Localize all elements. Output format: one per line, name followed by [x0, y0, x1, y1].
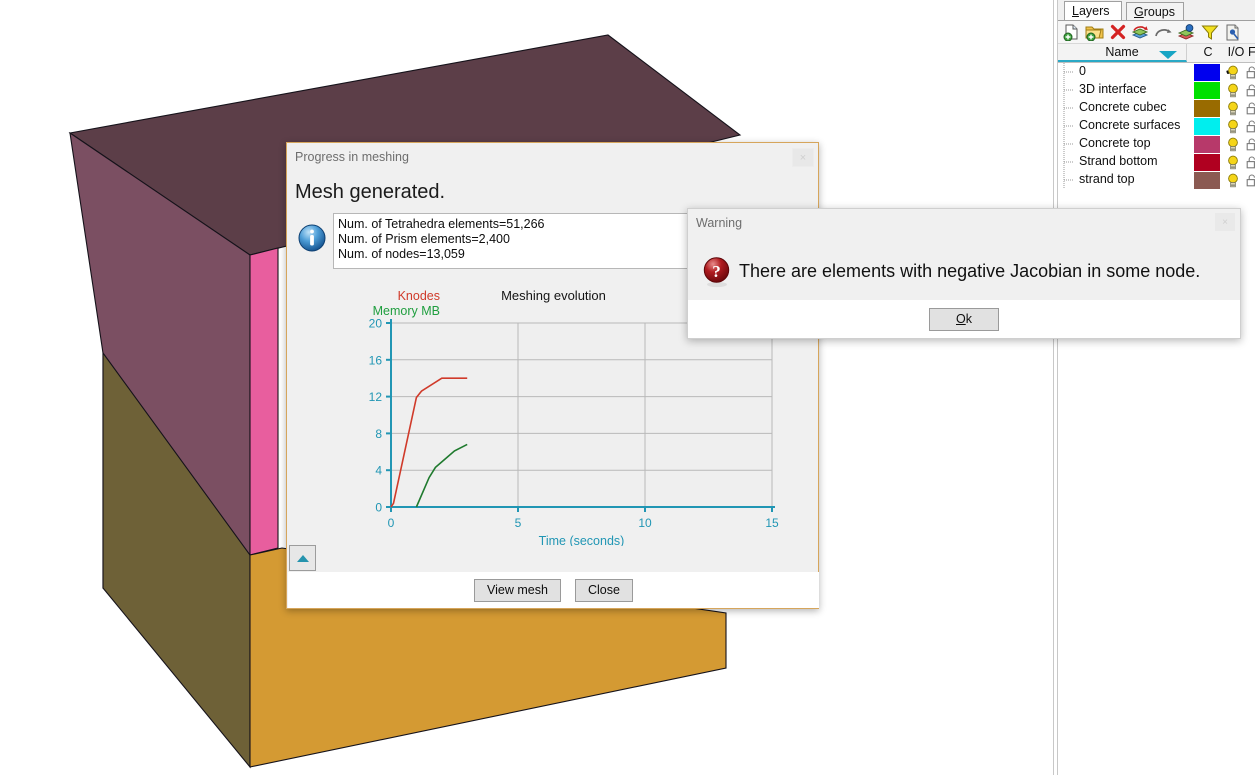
layers-list: 0✔3D interfaceConcrete cubecConcrete sur… [1058, 63, 1255, 189]
ok-button-label: k [965, 312, 972, 326]
layer-color-swatch[interactable] [1194, 82, 1220, 99]
close-icon[interactable]: × [792, 148, 814, 167]
tree-branch-icon [1062, 153, 1078, 171]
panel-splitter-left[interactable] [1053, 0, 1054, 775]
visibility-bulb-icon[interactable] [1226, 155, 1240, 170]
progress-dialog-titlebar[interactable]: Progress in meshing × [287, 143, 818, 172]
layer-row[interactable]: Concrete cubec [1058, 99, 1255, 117]
chart-y-tick-label: 8 [375, 427, 382, 441]
send-to-layer-icon[interactable] [1153, 22, 1174, 42]
tab-groups-label: roups [1143, 5, 1176, 19]
layers-column-headers: Name C I/O F [1058, 44, 1255, 63]
progress-dialog-buttonbar: View mesh Close [288, 572, 819, 608]
layer-row[interactable]: Strand bottom [1058, 153, 1255, 171]
view-mesh-button[interactable]: View mesh [474, 578, 561, 602]
warning-message: There are elements with negative Jacobia… [739, 261, 1201, 281]
progress-dialog-heading: Mesh generated. [295, 181, 446, 203]
layer-color-swatch[interactable] [1194, 154, 1220, 171]
column-header-name[interactable]: Name [1058, 44, 1187, 62]
tree-branch-icon [1062, 135, 1078, 153]
collapse-up-icon[interactable] [289, 545, 316, 571]
layer-color-swatch[interactable] [1194, 136, 1220, 153]
delete-layer-icon[interactable] [1107, 22, 1128, 42]
unlocked-padlock-icon[interactable] [1246, 102, 1255, 115]
close-button[interactable]: Close [574, 578, 633, 602]
tree-branch-icon [1062, 81, 1078, 99]
chart-x-tick-label: 10 [638, 516, 652, 530]
warning-dialog-titlebar[interactable]: Warning × [688, 209, 1240, 236]
chart-y-tick-label: 20 [369, 317, 383, 331]
visibility-bulb-icon[interactable] [1226, 101, 1240, 116]
layer-row[interactable]: 0✔ [1058, 63, 1255, 81]
svg-text:?: ? [712, 262, 721, 281]
chart-x-tick-label: 15 [765, 516, 779, 530]
layer-name[interactable]: strand top [1079, 171, 1135, 189]
chart-y-tick-label: 4 [375, 464, 382, 478]
unlocked-padlock-icon[interactable] [1246, 156, 1255, 169]
layer-name[interactable]: Strand bottom [1079, 153, 1158, 171]
column-header-color[interactable]: C [1195, 44, 1221, 62]
visibility-bulb-icon[interactable] [1226, 137, 1240, 152]
layer-row[interactable]: Concrete top [1058, 135, 1255, 153]
layer-color-swatch[interactable] [1194, 100, 1220, 117]
chart-plot-background [391, 323, 772, 507]
warning-dialog-buttonbar: Ok [688, 300, 1240, 338]
column-header-io[interactable]: I/O [1223, 44, 1249, 62]
layers-panel: Layers Groups Name C I/O F 0 3D interfac… [1058, 0, 1255, 775]
layer-color-swatch[interactable] [1194, 118, 1220, 135]
layer-row[interactable]: strand top [1058, 171, 1255, 189]
new-layer-icon[interactable] [1061, 22, 1082, 42]
tree-branch-icon [1062, 171, 1078, 189]
layer-to-use-icon[interactable] [1130, 22, 1151, 42]
layer-name[interactable]: 0 [1079, 63, 1086, 81]
tab-layers[interactable]: Layers [1064, 1, 1122, 20]
warning-dialog-title: Warning [696, 216, 743, 230]
warning-dialog[interactable]: Warning × ? There are elements with nega… [687, 208, 1241, 339]
chart-x-axis-title: Time (seconds) [539, 534, 625, 546]
column-header-name-label: Name [1105, 45, 1139, 59]
column-header-f[interactable]: F [1248, 44, 1255, 62]
layer-name[interactable]: Concrete top [1079, 135, 1151, 153]
tab-groups[interactable]: Groups [1126, 2, 1184, 20]
layer-color-swatch[interactable] [1194, 64, 1220, 81]
unlocked-padlock-icon[interactable] [1246, 84, 1255, 97]
tree-branch-icon [1062, 117, 1078, 135]
layers-tabstrip: Layers Groups [1058, 0, 1255, 21]
layer-row[interactable]: Concrete surfaces [1058, 117, 1255, 135]
layer-name[interactable]: 3D interface [1079, 81, 1146, 99]
chart-y-tick-label: 12 [369, 390, 383, 404]
chart-x-tick-label: 5 [515, 516, 522, 530]
unlocked-padlock-icon[interactable] [1246, 174, 1255, 187]
tab-layers-label: ayers [1078, 4, 1110, 18]
model-face-front-pink [249, 247, 279, 556]
chart-y-tick-label: 16 [369, 353, 383, 367]
layer-name[interactable]: Concrete cubec [1079, 99, 1167, 117]
properties-icon[interactable] [1222, 22, 1243, 42]
layers-toolbar [1058, 21, 1255, 44]
select-layer-icon[interactable] [1176, 22, 1197, 42]
chart-y-tick-label: 0 [375, 501, 382, 515]
layer-row[interactable]: 3D interface [1058, 81, 1255, 99]
ok-button-accel: O [956, 312, 966, 326]
progress-dialog-title: Progress in meshing [295, 150, 409, 164]
close-icon[interactable]: × [1215, 213, 1235, 231]
unlocked-padlock-icon[interactable] [1246, 66, 1255, 79]
visibility-bulb-icon[interactable] [1226, 65, 1240, 80]
unlocked-padlock-icon[interactable] [1246, 120, 1255, 133]
layer-color-swatch[interactable] [1194, 172, 1220, 189]
visibility-bulb-icon[interactable] [1226, 173, 1240, 188]
question-warning-icon: ? [701, 256, 733, 288]
chart-x-tick-label: 0 [388, 516, 395, 530]
filter-icon[interactable] [1199, 22, 1220, 42]
visibility-bulb-icon[interactable] [1226, 119, 1240, 134]
unlocked-padlock-icon[interactable] [1246, 138, 1255, 151]
tree-branch-icon [1062, 63, 1078, 81]
tree-branch-icon [1062, 99, 1078, 117]
new-group-icon[interactable] [1084, 22, 1105, 42]
visibility-bulb-icon[interactable] [1226, 83, 1240, 98]
ok-button[interactable]: Ok [929, 307, 999, 331]
info-icon [297, 223, 327, 253]
layer-name[interactable]: Concrete surfaces [1079, 117, 1180, 135]
